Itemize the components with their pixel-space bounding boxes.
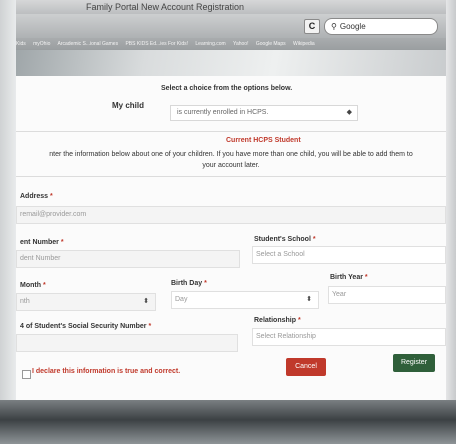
relationship-select[interactable]: Select Relationship: [252, 328, 446, 346]
bookmark-item[interactable]: Kids: [16, 41, 26, 47]
student-number-placeholder: dent Number: [20, 255, 61, 262]
relationship-value: Select Relationship: [256, 333, 316, 340]
instructions: nter the information below about one of …: [16, 149, 446, 171]
bookmark-item[interactable]: Wikipedia: [293, 41, 315, 47]
choice-prompt: Select a choice from the options below.: [161, 85, 293, 92]
search-icon: ⚲: [331, 22, 337, 31]
birth-year-select[interactable]: Year: [328, 286, 446, 304]
bookmark-item[interactable]: Learning.com: [195, 41, 225, 47]
student-number-field[interactable]: dent Number: [16, 250, 240, 268]
search-field[interactable]: ⚲ Google: [324, 18, 438, 35]
birth-month-select[interactable]: nth ⬍: [16, 293, 156, 311]
my-child-label: My child: [112, 101, 145, 110]
select-arrows-icon: ◆: [346, 109, 352, 116]
bookmark-item[interactable]: PBS KIDS Ed...ies For Kids!: [125, 41, 188, 47]
student-number-label: ent Number *: [20, 239, 64, 246]
select-arrows-icon: ⬍: [306, 296, 312, 303]
enrollment-value: is currently enrolled in HCPS.: [177, 109, 269, 116]
birth-year-label: Birth Year *: [330, 274, 368, 281]
search-placeholder: Google: [339, 22, 366, 31]
page-banner: [16, 50, 446, 76]
birth-day-label: Birth Day *: [171, 280, 207, 287]
bookmark-item[interactable]: myOhio: [33, 41, 50, 47]
school-label: Student's School *: [254, 236, 316, 243]
register-button[interactable]: Register: [393, 354, 435, 372]
section-title: Current HCPS Student: [226, 137, 301, 144]
ssn-field[interactable]: [16, 334, 238, 352]
reload-button[interactable]: C: [304, 19, 320, 34]
photo-left-edge: [0, 0, 16, 444]
enrollment-select[interactable]: is currently enrolled in HCPS. ◆: [170, 105, 358, 121]
birth-day-select[interactable]: Day ⬍: [171, 291, 319, 309]
photo-bottom-bezel: [0, 400, 456, 444]
declare-label: I declare this information is true and c…: [32, 368, 181, 375]
declare-checkbox[interactable]: [22, 370, 31, 379]
registration-page: Select a choice from the options below. …: [16, 50, 446, 402]
email-placeholder: remail@provider.com: [20, 211, 87, 218]
bookmark-item[interactable]: Yahoo!: [233, 41, 248, 47]
relationship-label: Relationship *: [254, 317, 301, 324]
birth-year-value: Year: [332, 291, 347, 298]
ssn-label: 4 of Student's Social Security Number *: [20, 323, 152, 330]
divider: [16, 176, 446, 177]
birth-month-value: nth: [20, 298, 30, 305]
divider: [16, 131, 446, 132]
instructions-line-1: nter the information below about one of …: [49, 151, 413, 158]
birth-month-label: Month *: [20, 282, 46, 289]
cancel-button[interactable]: Cancel: [286, 358, 326, 376]
photo-right-edge: [446, 0, 456, 444]
window-title-bar: Family Portal New Account Registration: [16, 0, 446, 14]
bookmark-item[interactable]: Google Maps: [256, 41, 286, 47]
select-arrows-icon: ⬍: [143, 298, 149, 305]
browser-toolbar: C ⚲ Google: [16, 14, 446, 38]
instructions-line-2: your account later.: [202, 162, 260, 169]
bookmark-item[interactable]: Arcademic S...ional Games: [57, 41, 118, 47]
school-value: Select a School: [256, 251, 305, 258]
email-label: Address *: [20, 193, 53, 200]
email-field[interactable]: remail@provider.com: [16, 206, 446, 224]
school-select[interactable]: Select a School: [252, 246, 446, 264]
birth-day-value: Day: [175, 296, 188, 303]
window-title: Family Portal New Account Registration: [86, 2, 245, 12]
bookmarks-bar: Kids myOhio Arcademic S...ional Games PB…: [16, 38, 446, 50]
